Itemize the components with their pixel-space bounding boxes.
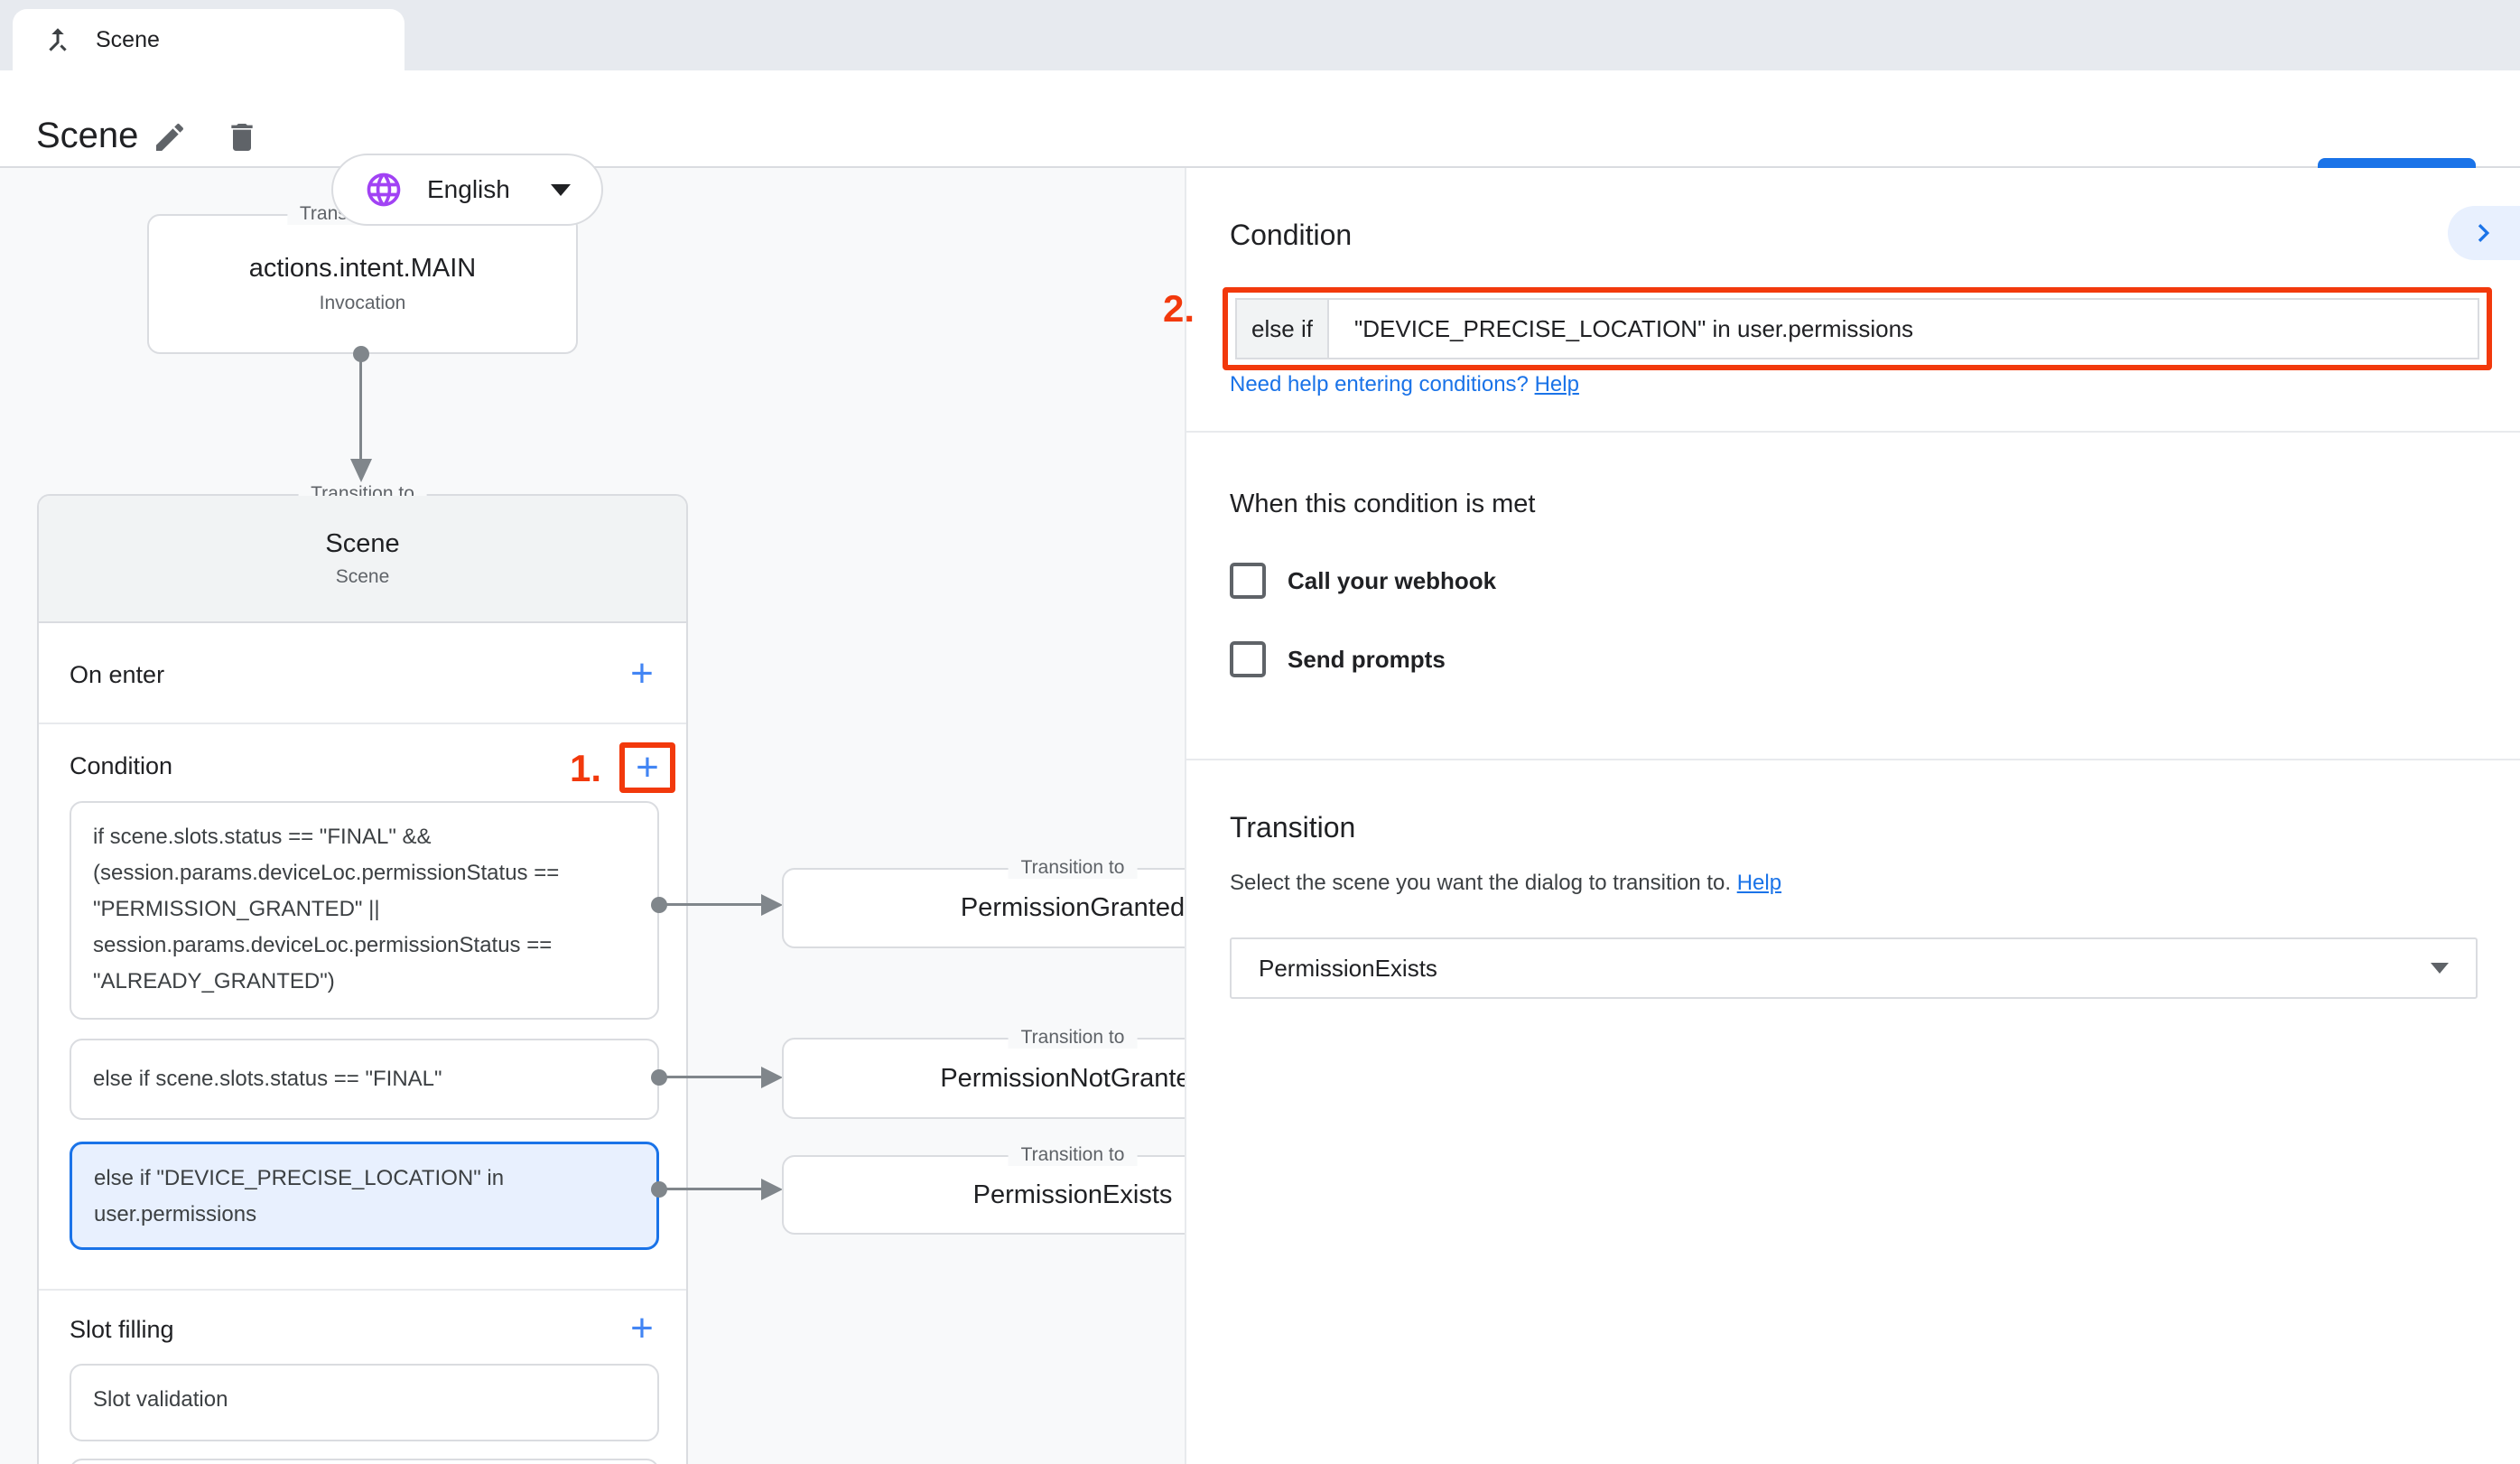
- target-scene-name: PermissionGranted: [961, 893, 1185, 923]
- send-prompts-checkbox[interactable]: [1230, 641, 1266, 677]
- slot-filling-label: Slot filling: [70, 1316, 174, 1344]
- annotation-2: 2.: [1163, 287, 1195, 331]
- condition-item-3-selected[interactable]: else if "DEVICE_PRECISE_LOCATION" in use…: [70, 1142, 659, 1250]
- divider: [1186, 759, 2520, 760]
- prompts-checkbox-row: Send prompts: [1230, 641, 1446, 677]
- globe-icon: [364, 170, 404, 210]
- intent-name: actions.intent.MAIN: [249, 254, 476, 284]
- condition-item-2[interactable]: else if scene.slots.status == "FINAL": [70, 1039, 659, 1120]
- arrow-right-icon: [761, 1179, 783, 1200]
- help-text: Need help entering conditions?: [1230, 372, 1535, 396]
- scene-card-header[interactable]: Scene Scene: [39, 496, 686, 623]
- condition-expression-input[interactable]: "DEVICE_PRECISE_LOCATION" in user.permis…: [1329, 300, 2478, 358]
- language-caret-icon: [551, 184, 571, 196]
- intent-type: Invocation: [320, 293, 406, 314]
- condition-heading: Condition: [1230, 219, 1352, 252]
- edit-scene-icon[interactable]: [152, 119, 188, 155]
- scene-title: Scene: [325, 529, 399, 559]
- flow-connector-line: [359, 352, 362, 459]
- partial-item[interactable]: [70, 1459, 659, 1464]
- scene-merge-icon: [42, 23, 74, 56]
- scene-editor-page: Transition from actions.intent.MAIN Invo…: [0, 0, 2520, 1464]
- transition-from-content: actions.intent.MAIN Invocation: [149, 216, 576, 352]
- condition-section-label: Condition: [70, 752, 172, 780]
- tab-scene-label: Scene: [96, 27, 160, 53]
- divider: [39, 1289, 686, 1291]
- annotation-2-highlight-box: else if "DEVICE_PRECISE_LOCATION" in use…: [1223, 287, 2492, 370]
- transition-from-box[interactable]: Transition from actions.intent.MAIN Invo…: [147, 214, 578, 354]
- dropdown-caret-icon: [2431, 963, 2449, 974]
- condition-item-1[interactable]: if scene.slots.status == "FINAL" && (ses…: [70, 801, 659, 1020]
- condition-field: else if "DEVICE_PRECISE_LOCATION" in use…: [1235, 298, 2479, 359]
- webhook-checkbox-row: Call your webhook: [1230, 563, 1496, 599]
- transition-scene-value: PermissionExists: [1259, 955, 2431, 983]
- language-selector[interactable]: English: [331, 154, 603, 226]
- page-header: Scene English Cancel Save: [0, 70, 2520, 168]
- condition-prefix: else if: [1237, 300, 1329, 358]
- send-prompts-label: Send prompts: [1288, 646, 1446, 674]
- tab-bar: Scene: [0, 0, 2520, 70]
- delete-scene-icon[interactable]: [224, 119, 260, 155]
- on-enter-label: On enter: [70, 661, 164, 689]
- slot-validation-item[interactable]: Slot validation: [70, 1364, 659, 1441]
- language-value: English: [427, 175, 527, 204]
- arrow-down-icon: [350, 459, 372, 482]
- add-on-enter-button[interactable]: +: [621, 653, 663, 695]
- annotation-1: 1.: [570, 747, 601, 790]
- when-met-heading: When this condition is met: [1230, 490, 1535, 519]
- transition-heading: Transition: [1230, 811, 1355, 844]
- condition-help-link[interactable]: Help: [1535, 372, 1579, 396]
- transition-description-text: Select the scene you want the dialog to …: [1230, 871, 1737, 895]
- flow-connector-line: [665, 1076, 765, 1078]
- target-scene-name: PermissionExists: [973, 1180, 1173, 1210]
- add-slot-button[interactable]: +: [621, 1308, 663, 1349]
- divider: [39, 723, 686, 724]
- target-scene-name: PermissionNotGranted: [940, 1064, 1204, 1094]
- scene-subtitle: Scene: [336, 566, 390, 588]
- scene-card: Transition to Scene Scene On enter + Con…: [37, 494, 688, 1464]
- condition-detail-panel: Condition else if "DEVICE_PRECISE_LOCATI…: [1185, 168, 2520, 1464]
- transition-description: Select the scene you want the dialog to …: [1230, 871, 1781, 896]
- tab-scene[interactable]: Scene: [13, 9, 405, 70]
- arrow-right-icon: [761, 894, 783, 916]
- flow-connector-line: [665, 1188, 765, 1190]
- transition-help-link[interactable]: Help: [1737, 871, 1781, 895]
- arrow-right-icon: [761, 1067, 783, 1088]
- call-webhook-label: Call your webhook: [1288, 567, 1496, 595]
- chevron-right-icon: [2466, 215, 2502, 251]
- condition-help-line: Need help entering conditions? Help: [1230, 372, 1579, 397]
- annotation-1-highlight-box: +: [619, 742, 675, 793]
- add-condition-button[interactable]: +: [627, 747, 668, 788]
- collapse-panel-button[interactable]: [2448, 206, 2520, 260]
- divider: [1186, 431, 2520, 433]
- flow-connector-line: [665, 903, 765, 906]
- page-title: Scene: [36, 116, 138, 156]
- call-webhook-checkbox[interactable]: [1230, 563, 1266, 599]
- transition-scene-dropdown[interactable]: PermissionExists: [1230, 937, 2478, 999]
